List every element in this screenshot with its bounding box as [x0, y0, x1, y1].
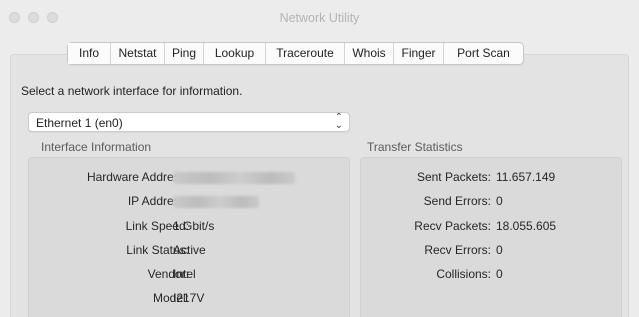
ip-address-row: IP Address: [29, 194, 349, 210]
model-value: I217V [173, 291, 205, 305]
title-bar: Network Utility [0, 0, 639, 37]
tab-finger[interactable]: Finger [393, 43, 443, 64]
collisions-label: Collisions: [436, 267, 491, 281]
recv-errors-label: Recv Errors: [424, 243, 491, 257]
recv-errors-value: 0 [496, 243, 503, 257]
transfer-stats-panel: Sent Packets: 11.657.149 Send Errors: 0 … [360, 157, 622, 317]
tab-bar: Info Netstat Ping Lookup Traceroute Whoi… [67, 42, 524, 65]
recv-packets-value: 18.055.605 [496, 219, 557, 233]
collisions-row: Collisions: 0 [361, 267, 621, 283]
sent-packets-value: 11.657.149 [496, 170, 556, 184]
transfer-stats-heading: Transfer Statistics [367, 140, 463, 154]
tab-lookup[interactable]: Lookup [203, 43, 265, 64]
send-errors-label: Send Errors: [423, 194, 491, 208]
collisions-value: 0 [496, 267, 503, 281]
interface-prompt: Select a network interface for informati… [21, 84, 243, 98]
sent-packets-row: Sent Packets: 11.657.149 [361, 170, 621, 186]
vendor-value: Intel [173, 267, 196, 281]
tab-info[interactable]: Info [68, 43, 110, 64]
tab-netstat[interactable]: Netstat [110, 43, 164, 64]
recv-packets-row: Recv Packets: 18.055.605 [361, 219, 621, 235]
send-errors-row: Send Errors: 0 [361, 194, 621, 210]
updown-chevron-icon: ⌃ ⌄ [334, 112, 343, 131]
model-row: Model: I217V [29, 291, 349, 307]
hardware-address-row: Hardware Address: [29, 170, 349, 186]
recv-errors-row: Recv Errors: 0 [361, 243, 621, 259]
interface-info-panel: Hardware Address: IP Address: Link Speed… [28, 157, 350, 317]
vendor-row: Vendor: Intel [29, 267, 349, 283]
link-speed-value: 1 Gbit/s [173, 219, 215, 233]
link-speed-row: Link Speed: 1 Gbit/s [29, 219, 349, 235]
interface-info-heading: Interface Information [41, 140, 152, 154]
recv-packets-label: Recv Packets: [414, 219, 491, 233]
interface-select-value: Ethernet 1 (en0) [36, 116, 123, 130]
tab-ping[interactable]: Ping [164, 43, 203, 64]
redacted-blur [173, 172, 295, 184]
tab-traceroute[interactable]: Traceroute [265, 43, 344, 64]
tab-whois[interactable]: Whois [344, 43, 393, 64]
sent-packets-label: Sent Packets: [416, 170, 491, 184]
send-errors-value: 0 [496, 194, 503, 208]
interface-select[interactable]: Ethernet 1 (en0) ⌃ ⌄ [28, 112, 350, 132]
link-status-value: Active [173, 243, 206, 257]
link-status-row: Link Status: Active [29, 243, 349, 259]
window-title: Network Utility [279, 11, 360, 25]
redacted-blur [173, 196, 259, 208]
tab-port-scan[interactable]: Port Scan [443, 43, 523, 64]
